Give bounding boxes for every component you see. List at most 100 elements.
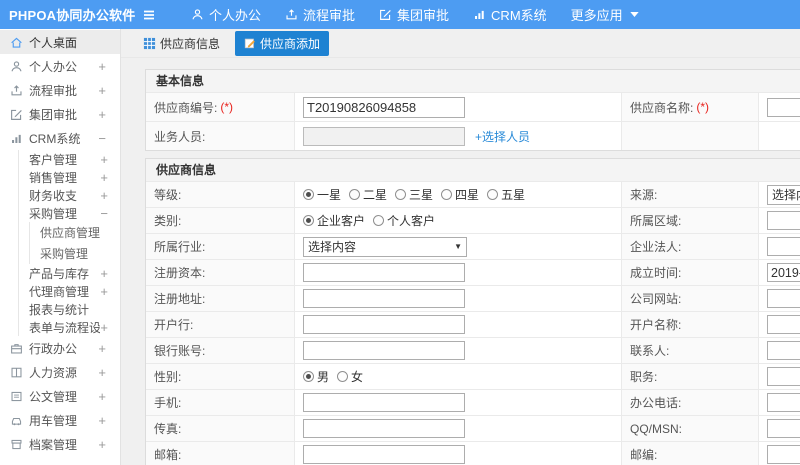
level-radio-4[interactable]: 五星: [487, 186, 525, 203]
sidebar-item-customer-mgmt[interactable]: 客户管理 +: [19, 150, 120, 168]
expand-icon[interactable]: +: [100, 285, 108, 298]
source-cell: 选择内容▼: [758, 182, 800, 207]
account-name-input[interactable]: [767, 315, 800, 334]
job-title-label: 职务:: [621, 364, 758, 389]
sidebar-item-archive-mgmt[interactable]: 档案管理 +: [0, 432, 120, 456]
expand-icon[interactable]: +: [98, 390, 106, 403]
nav-personal-office[interactable]: 个人办公: [191, 5, 261, 24]
supplier-code-input[interactable]: [303, 96, 465, 118]
collapse-icon[interactable]: −: [98, 132, 106, 145]
source-select[interactable]: 选择内容▼: [767, 184, 800, 205]
mobile-input[interactable]: [303, 393, 465, 412]
sidebar-item-form-flow-settings[interactable]: 表单与流程设置+: [19, 318, 120, 336]
edit-icon: [10, 108, 23, 121]
reg-capital-input[interactable]: [303, 263, 465, 282]
nav-workflow-approval[interactable]: 流程审批: [285, 5, 355, 24]
pencil-icon: [244, 37, 256, 49]
bank-input[interactable]: [303, 315, 465, 334]
sidebar-item-vehicle-mgmt[interactable]: 用车管理 +: [0, 408, 120, 432]
level-radio-0[interactable]: 一星: [303, 186, 341, 203]
company-website-input[interactable]: [767, 289, 800, 308]
sidebar-item-purchase-mgmt[interactable]: 采购管理 −: [19, 204, 120, 222]
book-icon: [10, 366, 23, 379]
zip-code-cell: [758, 442, 800, 465]
expand-icon[interactable]: +: [98, 366, 106, 379]
zip-code-input[interactable]: [767, 445, 800, 464]
sidebar-item-supplier-mgmt[interactable]: 供应商管理: [30, 222, 120, 243]
reg-address-input[interactable]: [303, 289, 465, 308]
sidebar-item-purchasing[interactable]: 采购管理: [30, 243, 120, 264]
legal-person-label: 企业法人:: [621, 234, 758, 259]
expand-icon[interactable]: +: [100, 267, 108, 280]
expand-icon[interactable]: +: [98, 60, 106, 73]
radio-icon: [441, 189, 453, 200]
nav-label: 更多应用: [570, 8, 623, 23]
sidebar-item-admin-office[interactable]: 行政办公 +: [0, 336, 120, 360]
sidebar-item-reports-stats[interactable]: 报表与统计: [19, 300, 120, 318]
select-value: 选择内容: [308, 240, 357, 254]
sidebar-item-product-inventory[interactable]: 产品与库存 +: [19, 264, 120, 282]
industry-cell: 选择内容 ▼: [294, 234, 621, 259]
qq-msn-input[interactable]: [767, 419, 800, 438]
expand-icon[interactable]: +: [98, 342, 106, 355]
email-input[interactable]: [303, 445, 465, 464]
fax-input[interactable]: [303, 419, 465, 438]
supplier-name-input[interactable]: [767, 97, 800, 117]
sidebar-item-doc-mgmt[interactable]: 公文管理 +: [0, 384, 120, 408]
region-cell: [758, 208, 800, 233]
mobile-label: 手机:: [146, 390, 294, 415]
sidebar-item-crm-system[interactable]: CRM系统 −: [0, 126, 120, 150]
sidebar-item-finance[interactable]: 财务收支 +: [19, 186, 120, 204]
industry-select[interactable]: 选择内容 ▼: [303, 236, 467, 257]
business-person-input[interactable]: [303, 126, 465, 146]
gender-label: 性别:: [146, 364, 294, 389]
sidebar-item-sales-mgmt[interactable]: 销售管理 +: [19, 168, 120, 186]
sidebar-item-personal-desktop[interactable]: 个人桌面: [0, 30, 120, 54]
home-icon: [10, 36, 23, 49]
label-text: 所属行业:: [154, 240, 206, 254]
gender-radio-0[interactable]: 男: [303, 368, 329, 385]
job-title-input[interactable]: [767, 367, 800, 386]
level-radio-2[interactable]: 三星: [395, 186, 433, 203]
expand-icon[interactable]: +: [100, 189, 108, 202]
tab-supplier-info[interactable]: 供应商信息: [134, 31, 229, 56]
radio-label: 三星: [409, 188, 434, 202]
sidebar-item-personal-office[interactable]: 个人办公 +: [0, 54, 120, 78]
sidebar-item-label: 采购管理: [29, 206, 78, 221]
level-radio-3[interactable]: 四星: [441, 186, 479, 203]
hamburger-menu-icon[interactable]: [141, 7, 157, 23]
expand-icon[interactable]: +: [100, 153, 108, 166]
label-text: 开户行:: [154, 318, 194, 332]
supplier-name-label: 供应商名称: (*): [621, 93, 758, 121]
sidebar-item-workflow-approval[interactable]: 流程审批 +: [0, 78, 120, 102]
collapse-icon[interactable]: −: [100, 207, 108, 220]
sidebar-item-hr[interactable]: 人力资源 +: [0, 360, 120, 384]
category-radio-1[interactable]: 个人客户: [373, 212, 435, 229]
tab-supplier-add[interactable]: 供应商添加: [235, 30, 330, 56]
expand-icon[interactable]: +: [100, 321, 108, 334]
sidebar-item-label: 供应商管理: [40, 226, 101, 240]
nav-more-apps[interactable]: 更多应用: [571, 5, 644, 24]
bank-account-label: 银行账号:: [146, 338, 294, 363]
expand-icon[interactable]: +: [100, 171, 108, 184]
region-input[interactable]: [767, 211, 800, 230]
legal-person-input[interactable]: [767, 237, 800, 256]
founded-date-input[interactable]: [767, 263, 800, 282]
bank-account-input[interactable]: [303, 341, 465, 360]
expand-icon[interactable]: +: [98, 84, 106, 97]
office-phone-input[interactable]: [767, 393, 800, 412]
expand-icon[interactable]: +: [98, 414, 106, 427]
level-radio-group: 一星 二星 三星 四星 五星: [303, 186, 533, 203]
radio-label: 二星: [363, 188, 388, 202]
sidebar-item-agent-mgmt[interactable]: 代理商管理 +: [19, 282, 120, 300]
expand-icon[interactable]: +: [98, 108, 106, 121]
expand-icon[interactable]: +: [98, 438, 106, 451]
nav-crm-system[interactable]: CRM系统: [473, 5, 547, 24]
contact-person-input[interactable]: [767, 341, 800, 360]
gender-radio-1[interactable]: 女: [337, 368, 363, 385]
level-radio-1[interactable]: 二星: [349, 186, 387, 203]
sidebar-item-group-approval[interactable]: 集团审批 +: [0, 102, 120, 126]
nav-group-approval[interactable]: 集团审批: [379, 5, 449, 24]
category-radio-0[interactable]: 企业客户: [303, 212, 365, 229]
business-person-link[interactable]: +选择人员: [475, 128, 530, 145]
